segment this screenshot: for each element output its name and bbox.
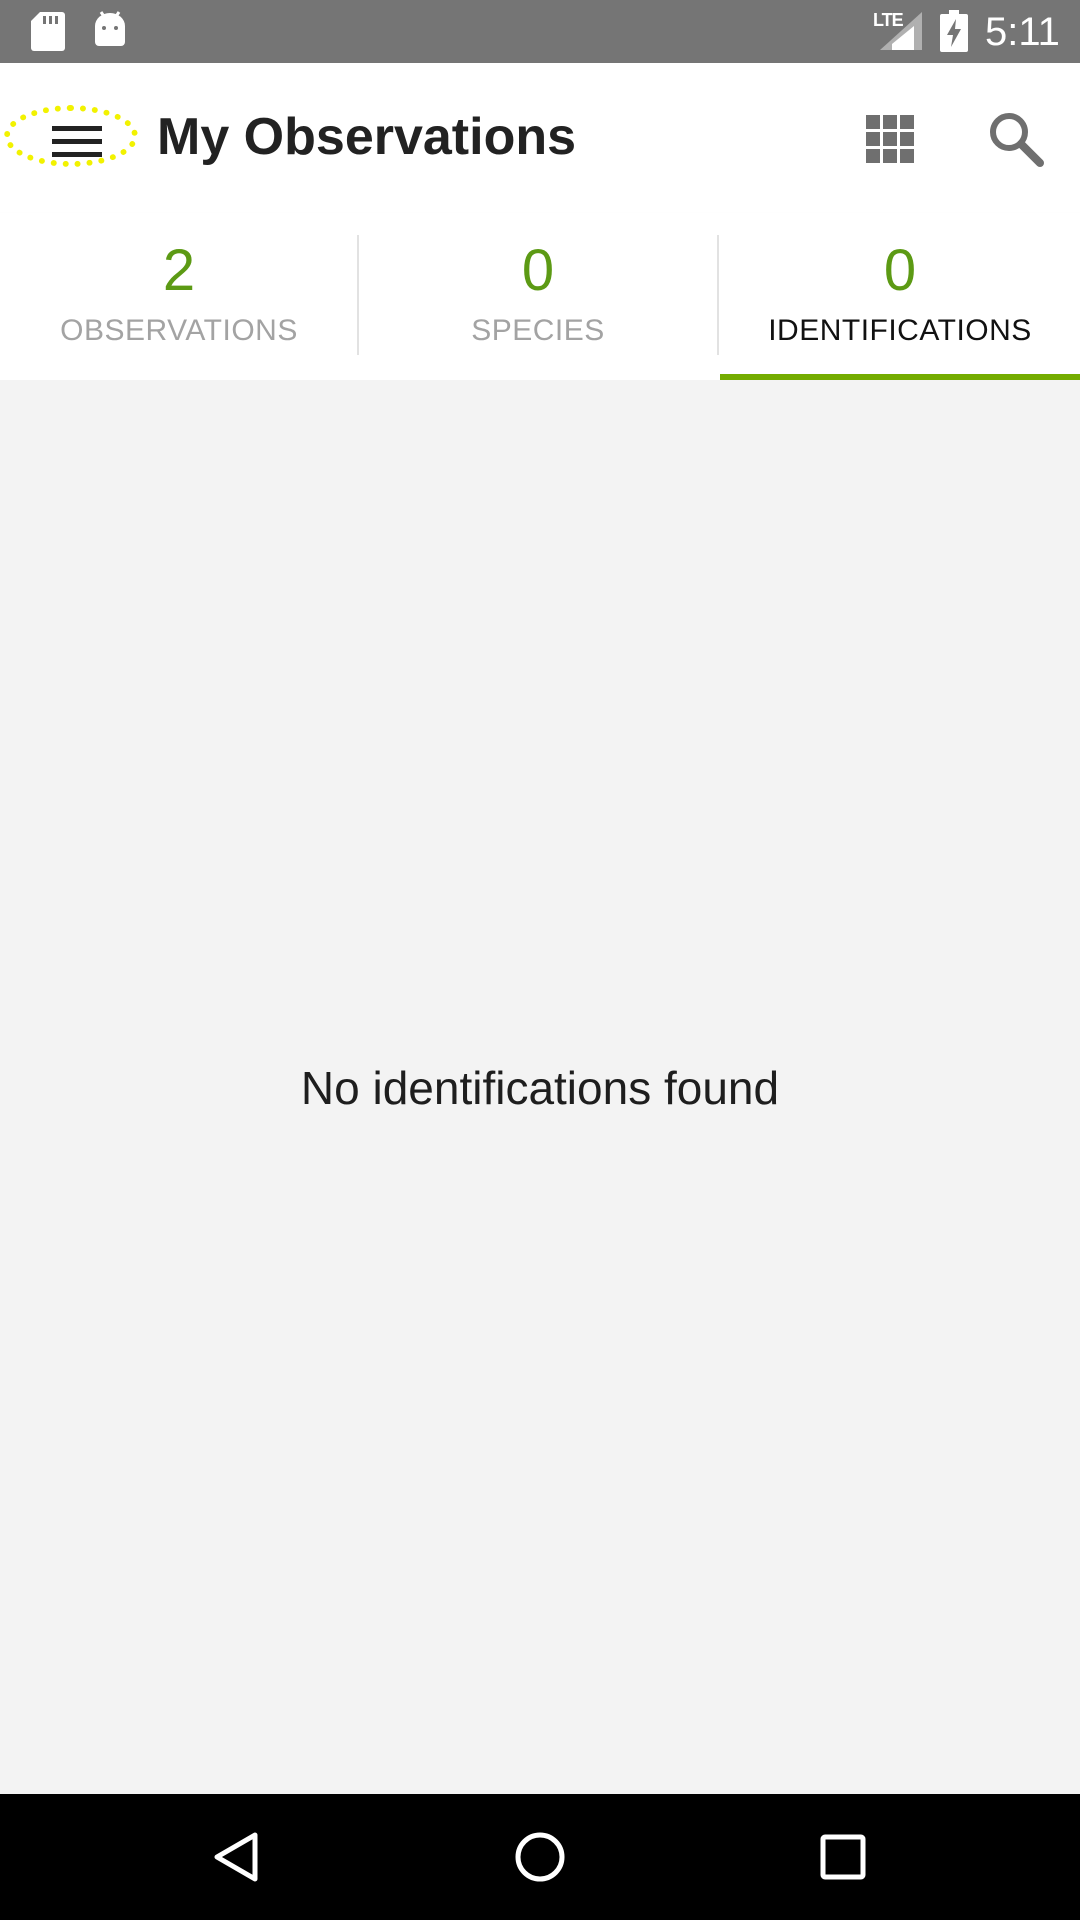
tab-count: 0 xyxy=(883,238,917,303)
home-icon[interactable] xyxy=(510,1827,570,1887)
tab-count: 0 xyxy=(521,238,555,303)
battery-charging-icon xyxy=(940,10,968,52)
tab-observations[interactable]: 2 OBSERVATIONS xyxy=(0,213,358,380)
hamburger-menu-icon xyxy=(52,126,102,157)
status-bar: LTE 5:11 xyxy=(0,0,1080,63)
menu-button[interactable] xyxy=(4,105,138,167)
tab-identifications[interactable]: 0 IDENTIFICATIONS xyxy=(720,213,1080,380)
tab-bar: 2 OBSERVATIONS 0 SPECIES 0 IDENTIFICATIO… xyxy=(0,213,1080,380)
tab-label: OBSERVATIONS xyxy=(60,314,298,347)
page-title: My Observations xyxy=(157,108,577,166)
tab-label: SPECIES xyxy=(471,314,605,347)
app-bar: My Observations xyxy=(0,63,1080,213)
tab-divider xyxy=(717,235,719,355)
status-clock: 5:11 xyxy=(985,10,1060,54)
search-icon[interactable] xyxy=(985,108,1047,170)
signal-icon xyxy=(880,12,922,50)
recents-icon[interactable] xyxy=(813,1827,873,1887)
grid-view-icon[interactable] xyxy=(862,111,918,167)
sd-card-icon xyxy=(31,12,65,51)
tab-label: IDENTIFICATIONS xyxy=(768,314,1032,347)
back-icon[interactable] xyxy=(207,1827,267,1887)
empty-state-message: No identifications found xyxy=(300,1062,780,1114)
tab-species[interactable]: 0 SPECIES xyxy=(359,213,717,380)
navigation-bar xyxy=(0,1794,1080,1920)
android-debug-icon xyxy=(95,11,125,46)
tab-count: 2 xyxy=(162,238,196,303)
identifications-list: No identifications found xyxy=(0,380,1080,1794)
